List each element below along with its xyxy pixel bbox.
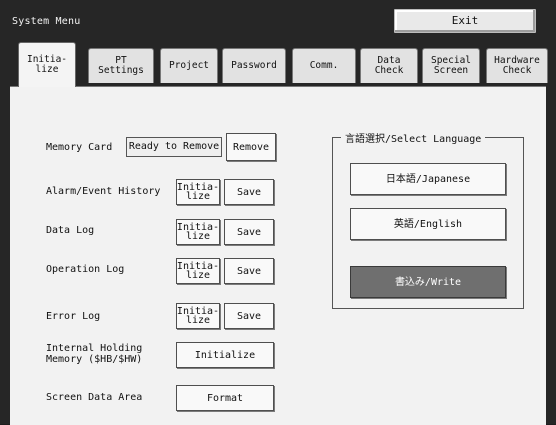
operation-log-initialize-button[interactable]: Initia- lize [176,258,220,284]
alarm-save-button[interactable]: Save [224,179,274,205]
japanese-language-button[interactable]: 日本語/Japanese [350,163,506,195]
tab-project[interactable]: Project [160,48,218,83]
write-button[interactable]: 書込み/Write [350,266,506,298]
select-language-title: 言語選択/Select Language [341,130,486,145]
select-language-group: 言語選択/Select Language 日本語/Japanese 英語/Eng… [332,130,524,309]
tab-comm[interactable]: Comm. [292,48,356,83]
tab-pt-settings[interactable]: PT Settings [88,48,154,83]
tab-hardware-check[interactable]: Hardware Check [486,48,548,83]
internal-memory-initialize-button[interactable]: Initialize [176,342,274,368]
english-language-button[interactable]: 英語/English [350,208,506,240]
initialize-panel: Memory Card Ready to Remove Remove Alarm… [10,86,546,425]
error-log-label: Error Log [46,311,101,322]
error-log-save-button[interactable]: Save [224,303,274,329]
data-log-save-button[interactable]: Save [224,219,274,245]
memory-card-label: Memory Card [46,142,113,153]
error-log-initialize-button[interactable]: Initia- lize [176,303,220,329]
tab-special-screen[interactable]: Special Screen [422,48,480,83]
memory-card-status: Ready to Remove [126,137,222,157]
remove-button[interactable]: Remove [226,133,276,161]
alarm-event-history-label: Alarm/Event History [46,186,161,197]
data-log-initialize-button[interactable]: Initia- lize [176,219,220,245]
system-menu-screen: System Menu Exit Initia- lize PT Setting… [0,0,556,425]
window-title: System Menu [12,16,81,27]
tab-data-check[interactable]: Data Check [360,48,418,83]
operation-log-label: Operation Log [46,264,125,275]
alarm-initialize-button[interactable]: Initia- lize [176,179,220,205]
format-button[interactable]: Format [176,385,274,411]
data-log-label: Data Log [46,225,95,236]
internal-holding-memory-label: Internal Holding Memory ($HB/$HW) [46,343,143,365]
tab-initialize[interactable]: Initia- lize [18,42,76,87]
screen-data-area-label: Screen Data Area [46,392,143,403]
tab-bar: Initia- lize PT Settings Project Passwor… [0,42,556,87]
tab-password[interactable]: Password [222,48,286,83]
exit-button[interactable]: Exit [394,9,536,33]
operation-log-save-button[interactable]: Save [224,258,274,284]
